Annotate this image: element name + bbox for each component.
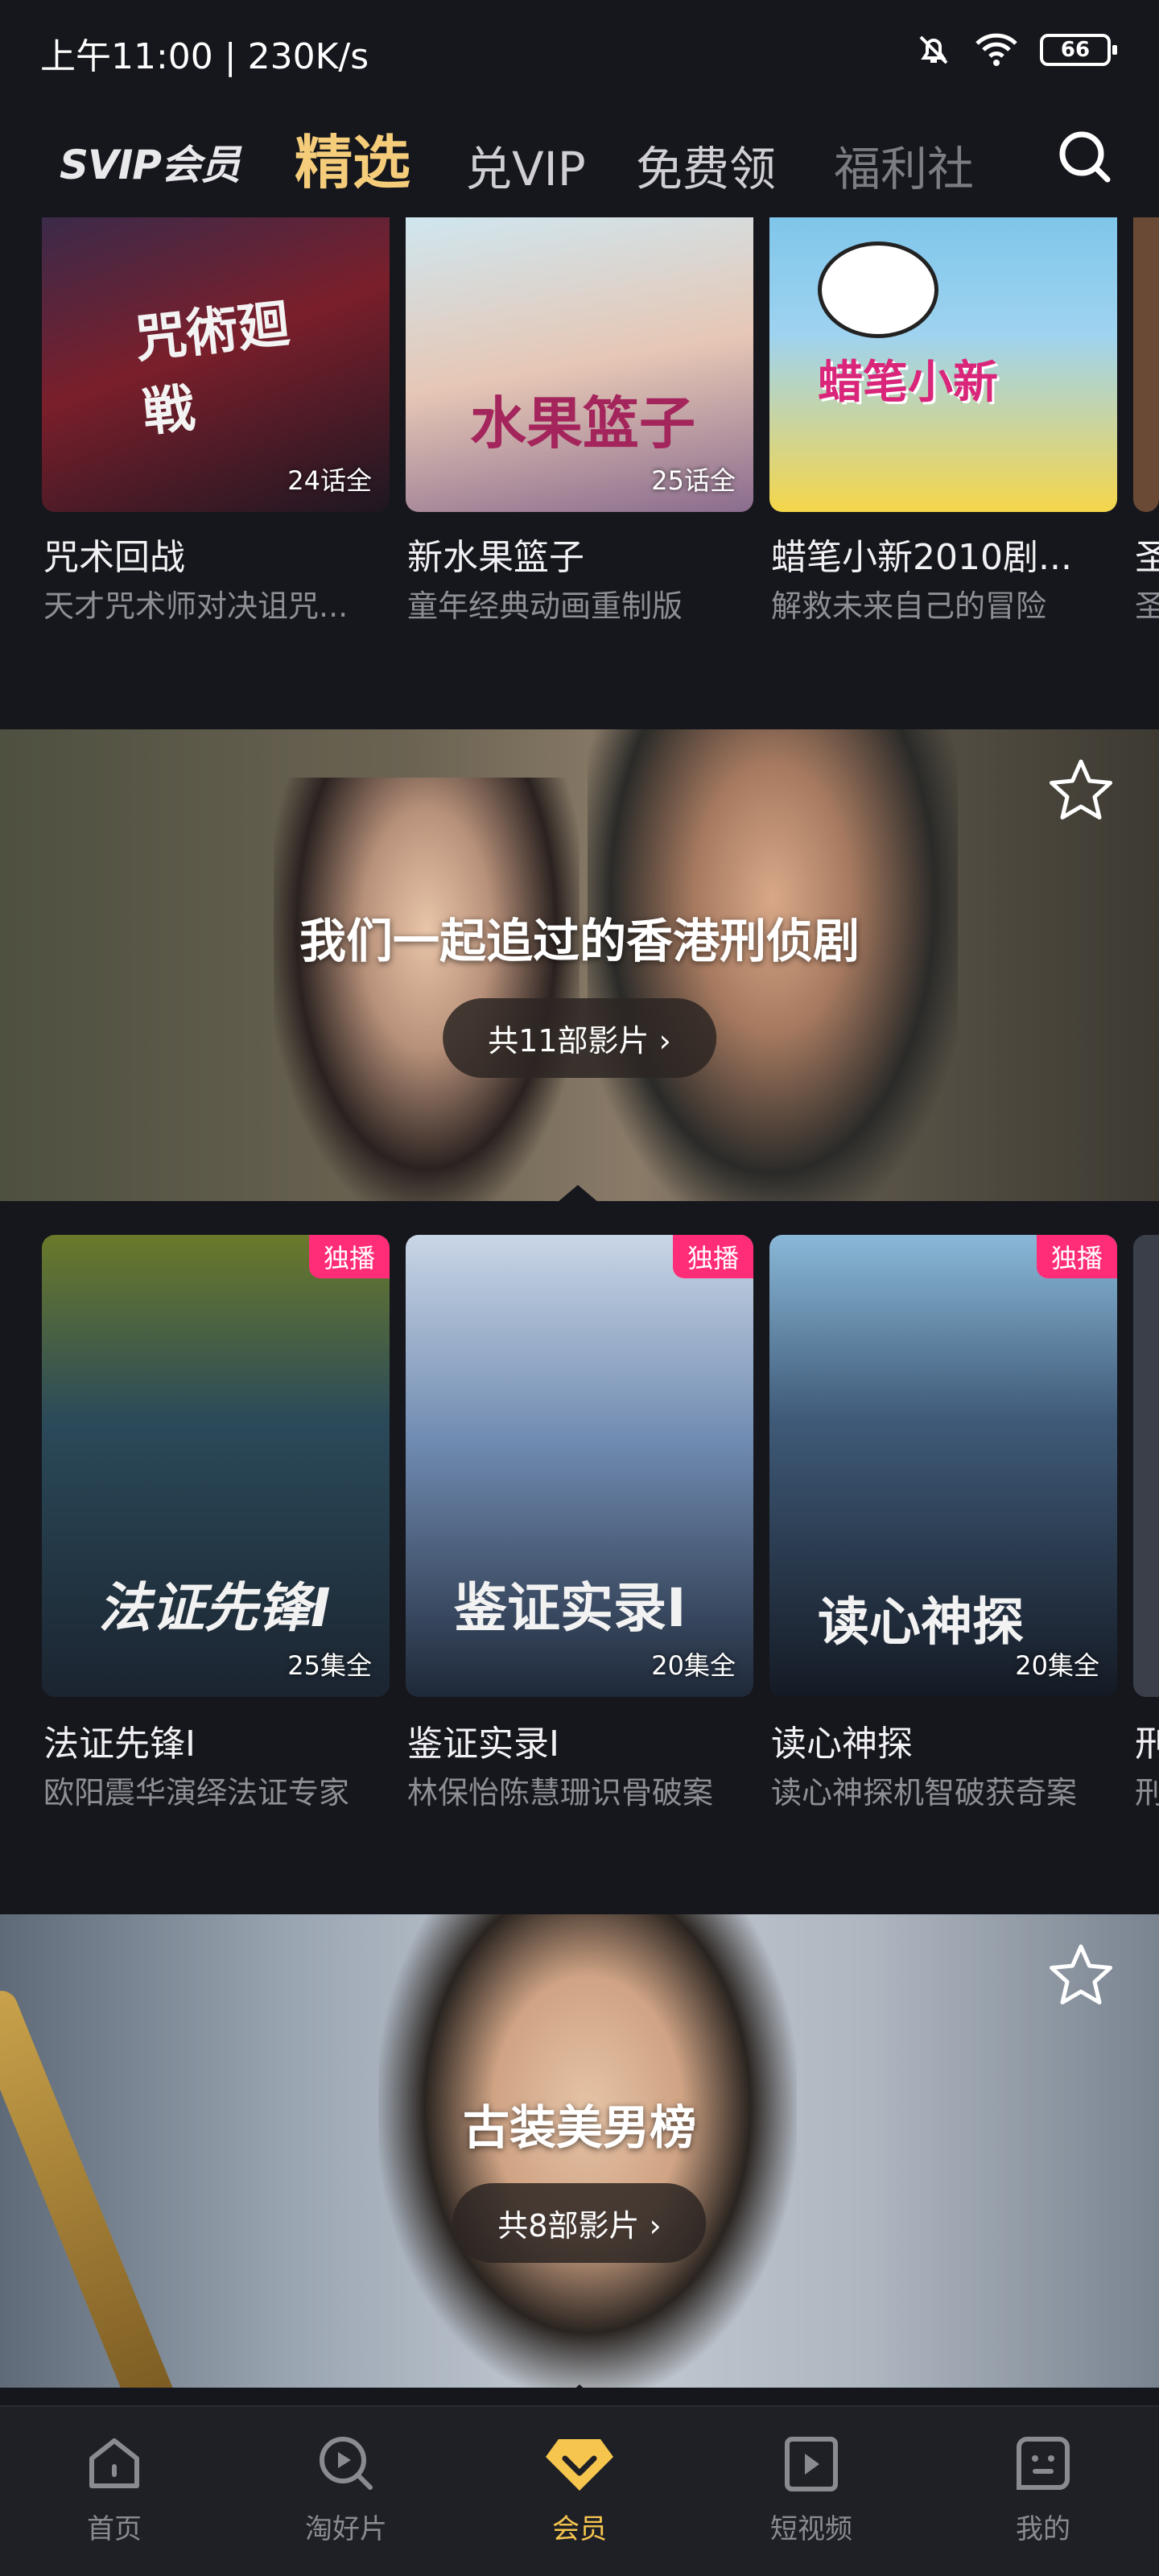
banner-count-button[interactable]: 共11部影片 › — [443, 998, 716, 1078]
nav-home-label: 首页 — [87, 2513, 142, 2545]
battery-indicator: 66 — [1040, 34, 1117, 66]
banner-pointer — [557, 2384, 602, 2405]
card-title[interactable]: 刑 — [1135, 1715, 1159, 1766]
card-title[interactable]: 鉴证实录I — [407, 1715, 753, 1766]
crime-drama-row: 法证先锋I 独播 25集全 法证先锋I 欧阳震华演绎法证专家 鉴证实录I 独播 … — [0, 1235, 1159, 1831]
episode-count: 25话全 — [651, 465, 736, 496]
poster-character — [818, 242, 938, 338]
favorite-star-icon[interactable] — [1045, 1940, 1117, 2013]
tab-featured[interactable]: 精选 — [295, 115, 410, 200]
nav-discover[interactable]: 淘好片 — [266, 2431, 427, 2546]
episode-count: 20集全 — [651, 1650, 736, 1681]
poster-art-text: 咒術廻戦 — [132, 294, 293, 444]
poster-untraceable-evidence[interactable]: 鉴证实录I 独播 20集全 — [406, 1235, 753, 1697]
media-card[interactable]: 读心神探 独播 20集全 读心神探 读心神探机智破获奇案 — [769, 1235, 1117, 1810]
card-subtitle: 圣 — [1135, 581, 1159, 625]
short-video-icon — [785, 2437, 838, 2491]
exclusive-badge: 独播 — [672, 1235, 753, 1278]
banner-count-button[interactable]: 共8部影片 › — [452, 2183, 707, 2263]
nav-short-video[interactable]: 短视频 — [731, 2431, 892, 2546]
media-card[interactable]: 咒術廻戦 24话全 咒术回战 天才咒术师对决诅咒... — [42, 217, 390, 624]
tab-free-claim[interactable]: 免费领 — [636, 131, 776, 199]
card-title[interactable]: 法证先锋I — [43, 1715, 390, 1766]
media-card[interactable]: 刑 刑 — [1133, 1235, 1159, 1810]
card-title[interactable]: 新水果篮子 — [407, 528, 753, 580]
poster-art-text: 蜡笔小新 — [818, 357, 998, 409]
poster-fruits-basket[interactable]: 水果篮子 25话全 — [406, 217, 753, 512]
favorite-star-icon[interactable] — [1045, 755, 1117, 828]
status-icons: 66 — [914, 31, 1117, 69]
card-subtitle: 欧阳震华演绎法证专家 — [43, 1775, 350, 1810]
episode-count: 24话全 — [287, 465, 372, 496]
battery-level: 66 — [1060, 38, 1091, 62]
media-card[interactable]: 圣 圣 — [1133, 217, 1159, 624]
collection-banner-ancient-costume[interactable]: 古装美男榜 共8部影片 › — [0, 1914, 1159, 2388]
nav-vip-label: 会员 — [552, 2513, 607, 2545]
card-subtitle: 解救未来自己的冒险 — [771, 588, 1047, 624]
card-subtitle: 刑 — [1135, 1768, 1159, 1812]
nav-discover-label: 淘好片 — [305, 2513, 387, 2545]
banner-title: 古装美男榜 — [462, 2100, 696, 2155]
status-time: 上午11:00 | 230K/s — [40, 36, 369, 77]
poster-art-text: 鉴证实录I — [454, 1577, 687, 1639]
top-nav: SVIP会员 精选 兑VIP 免费领 福利社 — [0, 101, 1159, 217]
card-title[interactable]: 咒术回战 — [43, 528, 390, 580]
status-bar: 上午11:00 | 230K/s 66 — [0, 0, 1159, 101]
poster-jujutsu[interactable]: 咒術廻戦 24话全 — [42, 217, 390, 512]
episode-count: 20集全 — [1015, 1650, 1099, 1681]
profile-icon — [1017, 2437, 1070, 2490]
card-subtitle: 读心神探机智破获奇案 — [771, 1775, 1078, 1810]
bottom-nav: 首页 淘好片 会员 短视频 我的 — [0, 2405, 1159, 2576]
poster-art-text: 水果篮子 — [470, 390, 695, 456]
poster-forensic-heroes[interactable]: 法证先锋I 独播 25集全 — [42, 1235, 390, 1697]
media-card[interactable]: 水果篮子 25话全 新水果篮子 童年经典动画重制版 — [406, 217, 753, 624]
banner-pointer — [557, 1185, 599, 1203]
nav-profile-label: 我的 — [1016, 2513, 1070, 2545]
anime-row: 咒術廻戦 24话全 咒术回战 天才咒术师对决诅咒... 水果篮子 25话全 新水… — [0, 217, 1159, 733]
media-card[interactable]: 法证先锋I 独播 25集全 法证先锋I 欧阳震华演绎法证专家 — [42, 1235, 390, 1810]
collection-banner-hk-crime[interactable]: 我们一起追过的香港刑侦剧 共11部影片 › — [0, 729, 1159, 1201]
home-icon — [89, 2438, 139, 2488]
wifi-icon — [975, 33, 1017, 66]
nav-profile[interactable]: 我的 — [963, 2431, 1124, 2546]
exclusive-badge: 独播 — [308, 1235, 390, 1278]
nav-vip[interactable]: 会员 — [499, 2431, 660, 2546]
tab-redeem-vip[interactable]: 兑VIP — [465, 131, 586, 199]
banner-title: 我们一起追过的香港刑侦剧 — [299, 914, 860, 968]
card-subtitle: 林保怡陈慧珊识骨破案 — [407, 1775, 714, 1810]
tab-welfare[interactable]: 福利社 — [834, 131, 974, 199]
search-icon[interactable] — [1056, 128, 1114, 186]
mute-bell-icon — [919, 35, 948, 64]
poster-partial[interactable] — [1133, 1235, 1159, 1697]
banner-sword-prop — [0, 1986, 179, 2388]
discover-icon — [320, 2437, 373, 2490]
banner-figure-woman — [274, 778, 580, 1201]
card-subtitle: 天才咒术师对决诅咒... — [43, 588, 349, 624]
poster-art-text: 法证先锋I — [98, 1577, 331, 1639]
media-card[interactable]: 蜡笔小新 蜡笔小新2010剧... 解救未来自己的冒险 — [769, 217, 1117, 624]
svip-brand[interactable]: SVIP会员 — [60, 133, 241, 191]
vip-diamond-icon — [546, 2439, 613, 2491]
card-title[interactable]: 圣 — [1135, 528, 1159, 580]
poster-art-text: 读心神探 — [818, 1593, 1024, 1653]
card-title[interactable]: 读心神探 — [771, 1715, 1117, 1766]
episode-count: 25集全 — [287, 1650, 372, 1681]
poster-mind-reader[interactable]: 读心神探 独播 20集全 — [769, 1235, 1117, 1697]
card-title[interactable]: 蜡笔小新2010剧... — [771, 528, 1117, 580]
card-subtitle: 童年经典动画重制版 — [407, 588, 683, 624]
nav-short-video-label: 短视频 — [770, 2513, 852, 2545]
poster-partial[interactable] — [1133, 217, 1159, 512]
poster-crayon-shinchan[interactable]: 蜡笔小新 — [769, 217, 1117, 512]
media-card[interactable]: 鉴证实录I 独播 20集全 鉴证实录I 林保怡陈慧珊识骨破案 — [406, 1235, 753, 1810]
nav-home[interactable]: 首页 — [34, 2431, 195, 2546]
exclusive-badge: 独播 — [1036, 1235, 1117, 1278]
